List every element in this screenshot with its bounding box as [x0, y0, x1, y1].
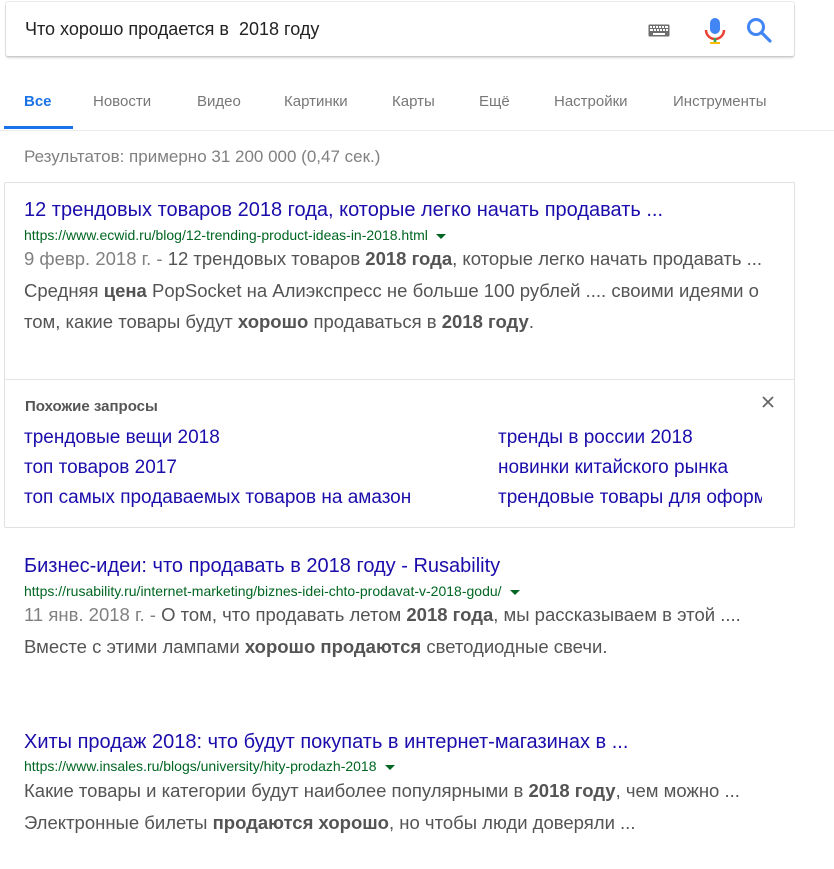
related-query[interactable]: топ самых продаваемых товаров на амазон	[24, 483, 484, 513]
snippet-text: продаваться в	[308, 311, 442, 332]
related-list-left: трендовые вещи 2018 топ товаров 2017 топ…	[24, 423, 484, 513]
tab-all[interactable]: Все	[24, 93, 52, 110]
snippet-highlight: 2018 года	[365, 248, 453, 269]
result-snippet: 9 февр. 2018 г. - 12 трендовых товаров 2…	[24, 243, 784, 338]
tab-news[interactable]: Новости	[93, 93, 151, 110]
snippet-text: .	[528, 311, 534, 332]
active-tab-indicator	[4, 126, 73, 129]
result-stats: Результатов: примерно 31 200 000 (0,47 с…	[24, 147, 381, 166]
result-title[interactable]: Бизнес-идеи: что продавать в 2018 году -…	[24, 555, 500, 578]
caret-down-icon[interactable]	[435, 233, 446, 239]
related-query[interactable]: топ товаров 2017	[24, 453, 484, 483]
result-url[interactable]: https://rusability.ru/internet-marketing…	[24, 583, 520, 599]
related-heading: Похожие запросы	[25, 398, 158, 415]
snippet-highlight: цена	[103, 279, 147, 301]
microphone-icon[interactable]	[703, 17, 727, 45]
search-box[interactable]: Что хорошо продается в 2018 году	[6, 2, 794, 56]
result-date: 11 янв. 2018 г. -	[24, 604, 162, 625]
search-input[interactable]: Что хорошо продается в 2018 году	[25, 19, 319, 40]
result-date: 9 февр. 2018 г. -	[24, 248, 168, 269]
tab-tools[interactable]: Инструменты	[673, 93, 767, 110]
snippet-highlight: хорошо продаются	[244, 635, 422, 657]
related-query[interactable]: трендовые вещи 2018	[24, 423, 484, 453]
related-list-right: тренды в россии 2018 новинки китайского …	[498, 423, 762, 513]
related-query[interactable]: новинки китайского рынка	[498, 453, 762, 483]
snippet-highlight: продаются хорошо	[212, 811, 389, 833]
result-snippet: 11 янв. 2018 г. - О том, что продавать л…	[24, 599, 794, 662]
snippet-text: О том, что продавать летом	[161, 604, 407, 625]
snippet-highlight: 2018 года	[406, 604, 494, 625]
search-tabs: Все Новости Видео Картинки Карты Ещё Нас…	[0, 74, 834, 131]
tab-images[interactable]: Картинки	[284, 93, 348, 110]
keyboard-icon[interactable]	[648, 24, 670, 37]
result-snippet: Какие товары и категории будут наиболее …	[24, 775, 794, 838]
tab-maps[interactable]: Карты	[392, 93, 435, 110]
result-url[interactable]: https://www.ecwid.ru/blog/12-trending-pr…	[24, 227, 446, 243]
result-card: 12 трендовых товаров 2018 года, которые …	[4, 182, 795, 528]
snippet-text: , но чтобы люди доверяли ...	[389, 811, 636, 833]
caret-down-icon[interactable]	[509, 589, 520, 595]
caret-down-icon[interactable]	[384, 764, 395, 770]
search-icon[interactable]	[746, 17, 772, 43]
close-icon[interactable]	[761, 395, 775, 409]
tab-settings[interactable]: Настройки	[554, 93, 628, 110]
snippet-text: светодиодные свечи.	[421, 635, 608, 657]
related-query[interactable]: трендовые товары для оформления	[498, 483, 762, 513]
snippet-highlight: хорошо	[237, 311, 309, 332]
result-url[interactable]: https://www.insales.ru/blogs/university/…	[24, 758, 395, 774]
snippet-text: 12 трендовых товаров	[167, 248, 366, 269]
snippet-highlight: 2018 году	[528, 780, 616, 801]
result-title[interactable]: 12 трендовых товаров 2018 года, которые …	[24, 199, 663, 222]
tab-more[interactable]: Ещё	[479, 93, 510, 110]
snippet-text: Какие товары и категории будут наиболее …	[24, 780, 529, 801]
related-query[interactable]: тренды в россии 2018	[498, 423, 762, 453]
result-title[interactable]: Хиты продаж 2018: что будут покупать в и…	[24, 731, 628, 754]
snippet-highlight: 2018 году	[441, 311, 529, 332]
divider	[5, 379, 794, 380]
tab-video[interactable]: Видео	[197, 93, 241, 110]
